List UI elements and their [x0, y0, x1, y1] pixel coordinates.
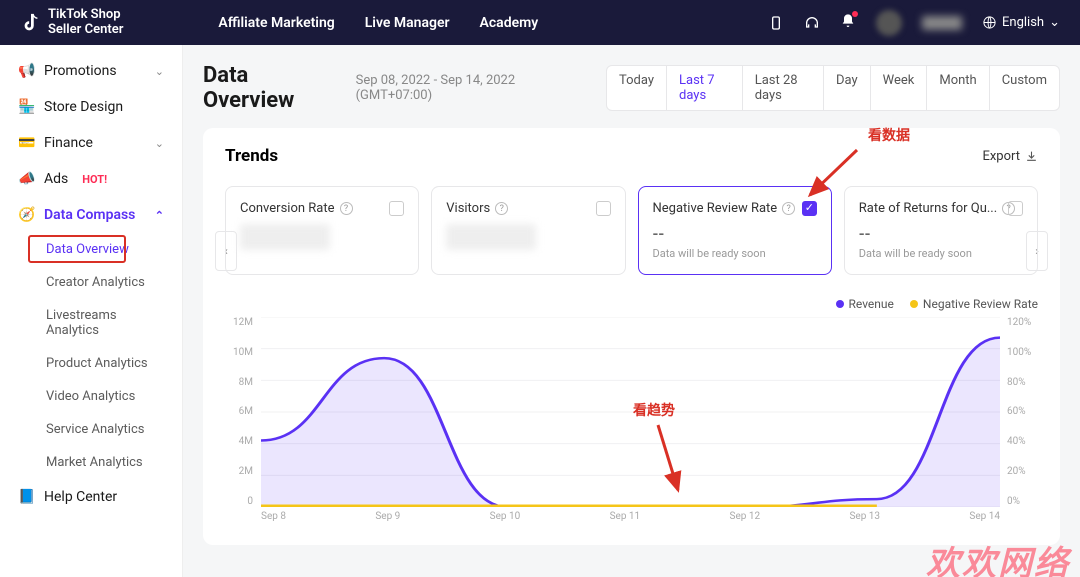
sidebar-sub-product-analytics[interactable]: Product Analytics: [0, 347, 182, 380]
trends-card: Trends Export ‹ › Conversion Rate ?Visit…: [203, 128, 1060, 545]
metric-card-2[interactable]: Negative Review Rate ? -- Data will be rea…: [638, 186, 832, 275]
nav-live-manager[interactable]: Live Manager: [365, 15, 450, 31]
metric-title: Conversion Rate: [240, 201, 335, 216]
metric-title: Rate of Returns for Qu...: [859, 201, 997, 216]
pill-week[interactable]: Week: [870, 65, 928, 111]
username-redacted: [922, 16, 962, 30]
chevron-icon: ⌄: [155, 137, 164, 150]
legend-negative-review-rate: Negative Review Rate: [910, 297, 1038, 311]
brand-logo[interactable]: TikTok ShopSeller Center: [20, 8, 123, 37]
chart-legend: Revenue Negative Review Rate: [225, 297, 1038, 311]
pill-day[interactable]: Day: [823, 65, 871, 111]
sidebar-sub-creator-analytics[interactable]: Creator Analytics: [0, 266, 182, 299]
metric-value-redacted: [446, 224, 536, 250]
chevron-icon: ⌃: [155, 209, 164, 222]
sidebar-item-finance[interactable]: 💳Finance⌄: [0, 125, 182, 161]
metric-note: Data will be ready soon: [653, 247, 817, 260]
pill-today[interactable]: Today: [606, 65, 667, 111]
metric-checkbox[interactable]: [1008, 201, 1023, 216]
y-axis-left: 12M10M8M6M4M2M0: [225, 317, 257, 507]
x-axis: Sep 8Sep 9Sep 10Sep 11Sep 12Sep 13Sep 14: [261, 511, 1000, 527]
main-content: Data Overview Sep 08, 2022 - Sep 14, 202…: [183, 45, 1080, 577]
sidebar-item-ads[interactable]: 📣AdsHOT!: [0, 161, 182, 197]
menu-icon: 📢: [18, 63, 34, 79]
date-range: Sep 08, 2022 - Sep 14, 2022 (GMT+07:00): [356, 73, 579, 103]
menu-icon: 🏪: [18, 99, 34, 115]
pill-last-28-days[interactable]: Last 28 days: [742, 65, 824, 111]
sidebar-sub-data-overview[interactable]: Data Overview: [0, 233, 182, 266]
chevron-down-icon: ⌄: [1049, 15, 1060, 30]
avatar[interactable]: [876, 10, 902, 36]
headset-icon[interactable]: [804, 15, 820, 31]
metric-card-1[interactable]: Visitors ?: [431, 186, 625, 275]
metric-card-0[interactable]: Conversion Rate ?: [225, 186, 419, 275]
metric-checkbox[interactable]: [389, 201, 404, 216]
sidebar-sub-livestreams-analytics[interactable]: Livestreams Analytics: [0, 299, 182, 347]
pill-last-7-days[interactable]: Last 7 days: [666, 65, 743, 111]
chevron-icon: ⌄: [155, 65, 164, 78]
metric-card-3[interactable]: Rate of Returns for Qu... ?--Data will b…: [844, 186, 1038, 275]
trends-chart: 12M10M8M6M4M2M0 120%100%80%60%40%20%0% S…: [225, 317, 1038, 527]
brand-line2: Seller Center: [48, 22, 123, 37]
metric-cards: ‹ › Conversion Rate ?Visitors ?Negative …: [225, 186, 1038, 275]
download-icon: [1025, 150, 1038, 163]
metric-value: --: [653, 224, 817, 243]
date-range-pills: TodayLast 7 daysLast 28 daysDayWeekMonth…: [607, 65, 1060, 111]
metric-checkbox[interactable]: [802, 201, 817, 216]
chart-plot-area: [261, 317, 1000, 507]
metric-value: --: [859, 224, 1023, 243]
pill-custom[interactable]: Custom: [989, 65, 1060, 111]
metric-note: Data will be ready soon: [859, 247, 1023, 260]
pill-month[interactable]: Month: [926, 65, 989, 111]
bell-icon[interactable]: [840, 13, 856, 33]
sidebar-item-store-design[interactable]: 🏪Store Design: [0, 89, 182, 125]
sidebar: 📢Promotions⌄🏪Store Design💳Finance⌄📣AdsHO…: [0, 45, 183, 577]
export-button[interactable]: Export: [982, 149, 1038, 164]
menu-icon: 📣: [18, 171, 34, 187]
sidebar-item-promotions[interactable]: 📢Promotions⌄: [0, 53, 182, 89]
metric-checkbox[interactable]: [596, 201, 611, 216]
main-nav: Affiliate Marketing Live Manager Academy: [218, 15, 538, 31]
metric-title: Visitors: [446, 201, 490, 216]
help-icon[interactable]: ?: [782, 202, 795, 215]
menu-icon: 🧭: [18, 207, 34, 223]
language-selector[interactable]: English ⌄: [982, 15, 1060, 30]
y-axis-right: 120%100%80%60%40%20%0%: [1003, 317, 1038, 507]
legend-revenue: Revenue: [836, 297, 894, 311]
menu-icon: 💳: [18, 135, 34, 151]
brand-line1: TikTok Shop: [48, 7, 121, 22]
metric-value-redacted: [240, 224, 330, 250]
sidebar-sub-service-analytics[interactable]: Service Analytics: [0, 413, 182, 446]
nav-academy[interactable]: Academy: [480, 15, 539, 31]
tiktok-icon: [20, 12, 42, 34]
book-icon: 📘: [18, 489, 34, 505]
globe-icon: [982, 15, 997, 30]
help-icon[interactable]: ?: [340, 202, 353, 215]
sidebar-sub-video-analytics[interactable]: Video Analytics: [0, 380, 182, 413]
hot-badge: HOT!: [82, 173, 107, 186]
trends-title: Trends: [225, 146, 278, 166]
metric-title: Negative Review Rate: [653, 201, 778, 216]
phone-icon[interactable]: [768, 15, 784, 31]
sidebar-item-data-compass[interactable]: 🧭Data Compass⌃: [0, 197, 182, 233]
page-title: Data Overview: [203, 63, 336, 113]
top-nav: TikTok ShopSeller Center Affiliate Marke…: [0, 0, 1080, 45]
top-right: English ⌄: [768, 10, 1060, 36]
nav-affiliate[interactable]: Affiliate Marketing: [218, 15, 334, 31]
sidebar-help-center[interactable]: 📘 Help Center: [0, 479, 182, 515]
sidebar-sub-market-analytics[interactable]: Market Analytics: [0, 446, 182, 479]
help-icon[interactable]: ?: [495, 202, 508, 215]
